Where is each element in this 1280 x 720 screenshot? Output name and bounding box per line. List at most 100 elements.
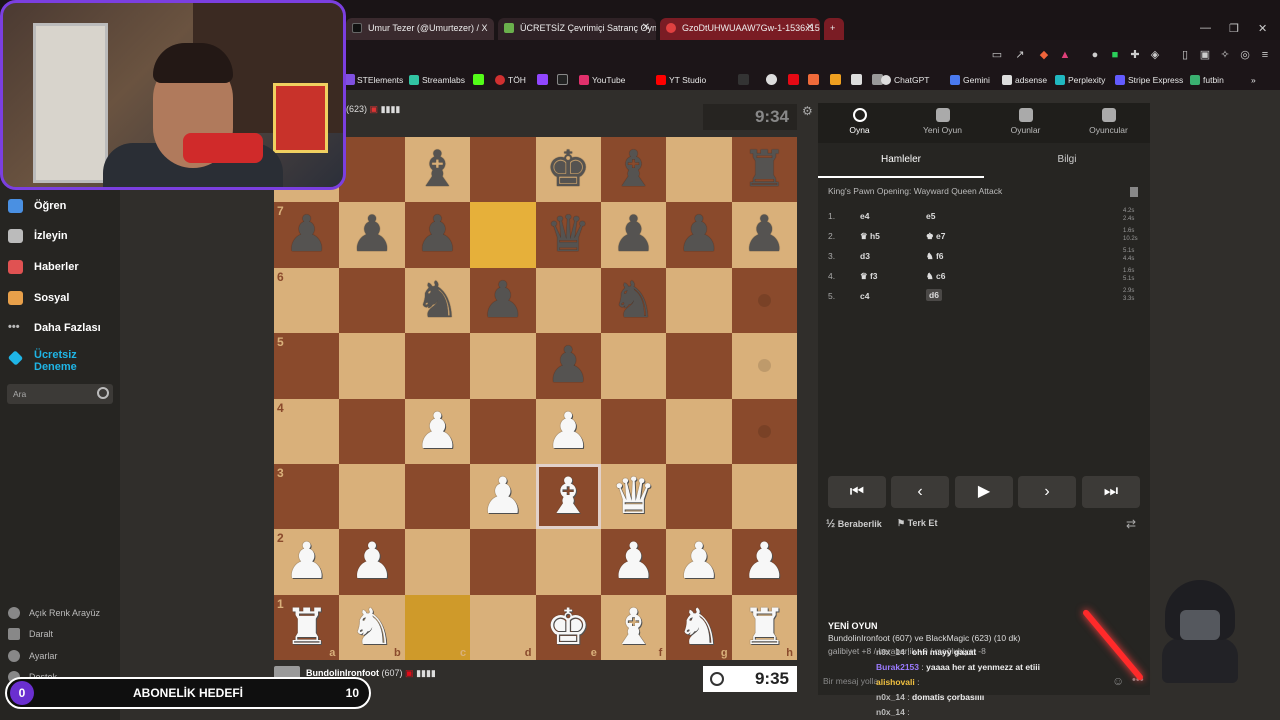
square-d7[interactable] (470, 202, 536, 268)
black-move[interactable]: e5 (926, 211, 935, 221)
square-f8[interactable]: ♝ (600, 137, 667, 203)
black-pawn-icon[interactable]: ♟ (732, 202, 797, 267)
square-a3[interactable]: 3 (274, 463, 340, 530)
black-bishop-icon[interactable]: ♝ (601, 137, 666, 202)
square-f2[interactable]: ♟ (600, 529, 667, 595)
square-b2[interactable]: ♟ (339, 529, 405, 595)
white-pawn-icon[interactable]: ♟ (470, 464, 535, 529)
black-move[interactable]: d6 (926, 289, 942, 301)
tab-play[interactable]: Oyna (818, 106, 901, 135)
tab-players[interactable]: Oyuncular (1067, 106, 1150, 135)
white-bishop-icon[interactable]: ♝ (601, 595, 666, 660)
square-c7[interactable]: ♟ (404, 202, 471, 268)
bookmark[interactable]: YT Studio (656, 74, 706, 86)
sidebar-item-free-trial[interactable]: Ücretsiz Deneme (7, 349, 108, 373)
twitch-icon[interactable] (537, 74, 548, 85)
black-king-icon[interactable]: ♚ (536, 137, 601, 202)
white-knight-icon[interactable]: ♞ (339, 595, 404, 660)
sidebar-item-news[interactable]: Haberler (8, 258, 79, 276)
square-g7[interactable]: ♟ (666, 202, 732, 268)
square-a7[interactable]: 7 ♟ (274, 202, 340, 268)
square-a6[interactable]: 6 (274, 267, 340, 334)
square-f7[interactable]: ♟ (600, 202, 667, 268)
resign-button[interactable]: ⚑ Terk Et (897, 518, 937, 529)
bookmark[interactable]: YouTube (579, 74, 625, 86)
browser-tab-active[interactable]: ÜCRETSİZ Çevrimiçi Satranç Oyn ✕ (498, 18, 656, 40)
square-g6[interactable] (666, 267, 732, 334)
browser-tab[interactable]: GzoDtUHWUAAW7Gw-1-1536x1536 ✕ (660, 18, 820, 40)
square-d2[interactable] (470, 529, 536, 595)
bookmark-icon[interactable] (766, 74, 777, 85)
bookmark[interactable]: Stripe Express (1115, 74, 1183, 86)
extension-icon[interactable]: ● (1088, 49, 1102, 61)
square-d6[interactable]: ♟ (470, 267, 536, 334)
flip-board-icon[interactable]: ⇄ (1126, 517, 1136, 531)
black-move[interactable]: ♞ f6 (926, 251, 944, 262)
legal-move-dot[interactable] (757, 359, 771, 373)
vpn-icon[interactable]: ◎ (1238, 49, 1252, 61)
black-pawn-icon[interactable]: ♟ (274, 202, 339, 267)
black-pawn-icon[interactable]: ♟ (601, 202, 666, 267)
square-e1[interactable]: e ♚ (535, 594, 601, 660)
close-window-button[interactable]: ✕ (1258, 22, 1267, 35)
close-tab-icon[interactable]: ✕ (806, 22, 814, 33)
maximize-button[interactable]: ❐ (1229, 22, 1239, 35)
square-g1[interactable]: g ♞ (666, 594, 732, 660)
play-button[interactable]: ▶ (955, 476, 1013, 508)
square-a2[interactable]: 2 ♟ (274, 529, 340, 595)
square-b5[interactable] (339, 333, 405, 399)
white-move[interactable]: e4 (860, 211, 869, 221)
board-settings-icon[interactable]: ⚙ (802, 104, 813, 118)
square-d5[interactable] (470, 333, 536, 399)
chat-username[interactable]: Burak2153 (876, 662, 919, 672)
minimize-button[interactable]: — (1200, 22, 1211, 34)
square-e2[interactable] (535, 529, 601, 595)
new-tab-button[interactable]: + (824, 18, 844, 40)
black-pawn-icon[interactable]: ♟ (536, 333, 601, 398)
white-king-icon[interactable]: ♚ (536, 595, 601, 660)
brave-shield-icon[interactable]: ◆ (1037, 49, 1051, 61)
legal-move-dot[interactable] (757, 424, 771, 438)
white-pawn-icon[interactable]: ♟ (274, 529, 339, 594)
square-g2[interactable]: ♟ (666, 529, 732, 595)
square-g8[interactable] (666, 137, 732, 203)
square-f5[interactable] (600, 333, 667, 399)
square-c2[interactable] (404, 529, 471, 595)
white-knight-icon[interactable]: ♞ (666, 595, 731, 660)
square-a1[interactable]: 1 a ♜ (274, 594, 340, 660)
black-queen-icon[interactable]: ♛ (536, 202, 601, 267)
square-g5[interactable] (666, 333, 732, 399)
square-e8[interactable]: ♚ (535, 137, 601, 203)
chat-username[interactable]: n0x_14 (876, 707, 905, 717)
collapse-button[interactable]: Daralt (8, 627, 53, 641)
share-icon[interactable]: ↗ (1013, 49, 1027, 61)
square-h5[interactable] (731, 333, 797, 399)
square-c8[interactable]: ♝ (404, 137, 471, 203)
square-h3[interactable] (731, 463, 797, 530)
white-pawn-icon[interactable]: ♟ (732, 529, 797, 594)
white-rook-icon[interactable]: ♜ (274, 595, 339, 660)
bookmarks-overflow-button[interactable]: » (1238, 74, 1256, 86)
square-c4[interactable]: ♟ (404, 398, 471, 464)
white-move[interactable]: d3 (860, 251, 870, 261)
menu-icon[interactable]: ≡ (1258, 49, 1272, 61)
square-b3[interactable] (339, 463, 405, 530)
bookmark[interactable]: Perplexity (1055, 74, 1105, 86)
square-h1[interactable]: h ♜ (731, 594, 797, 660)
square-e4[interactable]: ♟ (535, 398, 601, 464)
square-e7[interactable]: ♛ (535, 202, 601, 268)
netflix-icon[interactable] (788, 74, 799, 85)
square-d8[interactable] (470, 137, 536, 203)
black-pawn-icon[interactable]: ♟ (470, 268, 535, 333)
square-h7[interactable]: ♟ (731, 202, 797, 268)
tab-games[interactable]: Oyunlar (984, 106, 1067, 135)
sidebar-icon[interactable]: ▯ (1178, 49, 1192, 61)
square-c3[interactable] (404, 463, 471, 530)
white-move[interactable]: c4 (860, 291, 869, 301)
square-g3[interactable] (666, 463, 732, 530)
sidebar-item-learn[interactable]: Öğren (8, 197, 66, 215)
white-move[interactable]: ♛ f3 (860, 271, 878, 282)
brave-rewards-icon[interactable]: ▲ (1058, 49, 1072, 61)
white-pawn-icon[interactable]: ♟ (405, 399, 470, 464)
extension-icon[interactable]: ✚ (1128, 49, 1142, 61)
